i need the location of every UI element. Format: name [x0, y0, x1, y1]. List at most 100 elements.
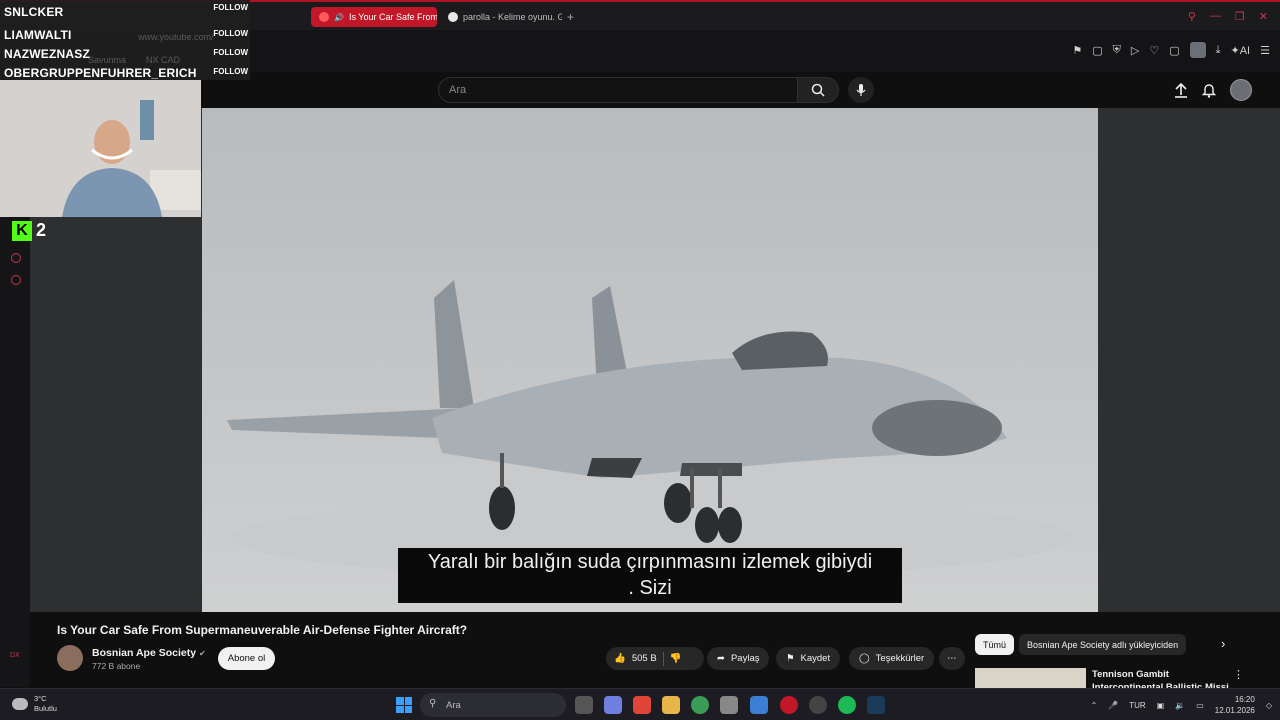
volume-icon[interactable]: 🔉 — [1175, 701, 1185, 710]
follower-name: NAZWEZNASZ — [4, 47, 90, 61]
copilot-icon[interactable] — [604, 696, 622, 714]
file-explorer-icon[interactable] — [662, 696, 680, 714]
battery-icon[interactable]: ▭ — [1196, 701, 1204, 710]
subtitle-line-1: Yaralı bir balığın suda çırpınmasını izl… — [427, 551, 873, 573]
chevron-up-icon[interactable]: ⌃ — [1091, 701, 1098, 710]
tab-active[interactable]: 🔊 Is Your Car Safe From — [311, 7, 437, 27]
search-input[interactable]: Ara — [438, 77, 798, 103]
windows-taskbar: 3°C Bulutlu ⚲ Ara ⌃ 🎤 TUR ▣ 🔉 ▭ 16:20 12… — [0, 688, 1280, 720]
recommendation-thumbnail[interactable] — [975, 668, 1086, 690]
ghost-url-text: www.youtube.com/ — [138, 32, 214, 42]
chrome-icon[interactable] — [691, 696, 709, 714]
network-icon[interactable]: ▣ — [1157, 701, 1165, 710]
notification-icon[interactable]: ◇ — [1266, 701, 1272, 710]
voice-search-button[interactable] — [848, 77, 874, 103]
microphone-icon[interactable]: 🎤 — [1108, 701, 1118, 710]
new-tab-button[interactable]: + — [567, 10, 574, 24]
chevron-right-icon[interactable]: › — [1221, 636, 1225, 651]
restore-icon[interactable]: ❐ — [1235, 10, 1245, 23]
dislike-icon[interactable]: 👎 — [670, 653, 682, 664]
subscribe-button[interactable]: Abone ol — [218, 647, 275, 670]
clock[interactable]: 16:20 12.01.2026 — [1215, 694, 1255, 716]
account-avatar[interactable] — [1230, 79, 1252, 101]
menu-icon[interactable]: ☰ — [1260, 44, 1270, 57]
video-player[interactable] — [202, 108, 1098, 612]
like-dislike-group: 👍 505 B 👎 — [606, 647, 704, 670]
taskbar-search[interactable]: ⚲ Ara — [420, 693, 566, 717]
follow-label: FOLLOW — [213, 29, 248, 38]
like-icon[interactable]: 👍 — [614, 653, 626, 664]
store-icon[interactable] — [720, 696, 738, 714]
upload-icon[interactable] — [1174, 82, 1188, 98]
header-actions — [1174, 79, 1252, 101]
streamer-image — [0, 80, 201, 217]
clock-date: 12.01.2026 — [1214, 706, 1255, 715]
browser-toolbar: ⚑ ▢ ⛨ ▷ ♡ ▢ ⤓ ✦AI ☰ — [250, 30, 1280, 72]
chip-uploader[interactable]: Bosnian Ape Society adlı yükleyiciden — [1019, 634, 1187, 655]
video-subtitle: Yaralı bir balığın suda çırpınmasını izl… — [398, 548, 902, 603]
bookmark-icon[interactable]: ⚑ — [1072, 44, 1082, 57]
left-rail — [0, 217, 30, 687]
youtube-favicon-icon — [319, 12, 329, 22]
share-icon: ➦ — [717, 653, 725, 664]
youtube-header: Ara — [200, 72, 1280, 108]
like-count[interactable]: 505 B — [632, 653, 657, 664]
snapshot-icon[interactable]: ▢ — [1092, 44, 1102, 57]
heart-icon[interactable]: ♡ — [1149, 44, 1159, 57]
search-button[interactable] — [797, 77, 839, 103]
subscriber-count: 772 B abone — [92, 661, 141, 671]
channel-name[interactable]: Bosnian Ape Society ✔ — [92, 647, 206, 659]
viewer-count: 2 — [36, 220, 47, 240]
follower-name: OBERGRUPPENFUHRER_ERICH — [4, 66, 197, 80]
spotify-icon[interactable] — [838, 696, 856, 714]
system-tray: ⌃ 🎤 TUR ▣ 🔉 ▭ 16:20 12.01.2026 ◇ — [1091, 694, 1272, 716]
more-actions-button[interactable]: ⋯ — [939, 647, 965, 670]
save-label: Kaydet — [800, 653, 831, 664]
speaker-icon: 🔊 — [334, 12, 344, 22]
settings-icon[interactable] — [11, 275, 21, 285]
history-icon[interactable] — [11, 253, 21, 263]
search-icon — [811, 83, 825, 97]
weather-widget[interactable]: 3°C Bulutlu — [12, 694, 57, 714]
close-icon[interactable]: ✕ — [1259, 10, 1268, 23]
download-icon[interactable]: ⤓ — [1216, 44, 1221, 57]
notifications-bell-icon[interactable] — [1202, 82, 1216, 98]
chip-all[interactable]: Tümü — [975, 634, 1015, 655]
mail-icon[interactable] — [750, 696, 768, 714]
opera-gx-icon[interactable] — [780, 696, 798, 714]
ghost-tab-text: Savunma — [88, 55, 127, 65]
search-tabs-icon[interactable]: ⚲ — [1188, 10, 1196, 23]
screen: 🔊 Is Your Car Safe From parolla - Kelime… — [0, 0, 1280, 720]
follower-name: LIAMWALTI — [4, 28, 72, 42]
app-icon[interactable] — [809, 696, 827, 714]
thanks-label: Teşekkürler — [875, 653, 925, 664]
steam-icon[interactable] — [867, 696, 885, 714]
play-icon[interactable]: ▷ — [1131, 44, 1139, 57]
verified-icon: ✔ — [198, 649, 206, 658]
thanks-button[interactable]: ◯ Teşekkürler — [849, 647, 935, 670]
share-button[interactable]: ➦ Paylaş — [707, 647, 770, 670]
follow-label: FOLLOW — [213, 67, 248, 76]
follow-label: FOLLOW — [213, 48, 248, 57]
kick-logo-icon: K — [12, 220, 32, 241]
box-icon[interactable]: ▢ — [1169, 44, 1179, 57]
shield-icon[interactable]: ⛨ — [1113, 44, 1121, 57]
task-view-icon[interactable] — [575, 696, 593, 714]
minimize-icon[interactable]: — — [1210, 10, 1221, 23]
save-button[interactable]: ⚑ Kaydet — [776, 647, 841, 670]
subtitle-line-2: . Sizi — [628, 577, 672, 599]
profile-avatar[interactable] — [1189, 42, 1206, 58]
language-indicator[interactable]: TUR — [1129, 701, 1145, 710]
windows-start-icon[interactable] — [396, 697, 412, 713]
follow-label: FOLLOW — [213, 3, 248, 12]
tab-parolla[interactable]: parolla - Kelime oyunu. Gü — [440, 7, 562, 27]
share-label: Paylaş — [730, 653, 760, 664]
cloud-icon — [12, 698, 28, 710]
search-icon: ⚲ — [429, 698, 437, 709]
follower-alerts-panel: www.youtube.com/ Savunma NX CAD SNLCKER … — [0, 0, 250, 80]
recommendation-menu-icon[interactable]: ⋮ — [1233, 668, 1244, 681]
app-red-icon[interactable] — [633, 696, 651, 714]
channel-avatar[interactable] — [57, 645, 83, 671]
bookmark-icon: ⚑ — [786, 653, 795, 664]
ai-icon[interactable]: ✦AI — [1231, 44, 1251, 57]
